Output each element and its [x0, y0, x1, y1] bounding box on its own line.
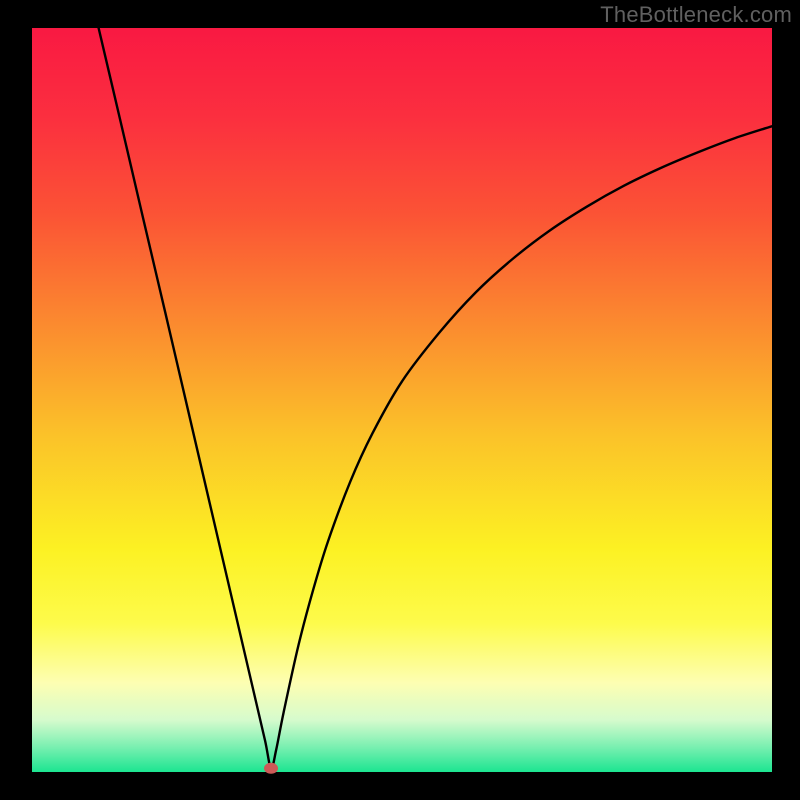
bottleneck-chart [0, 0, 800, 800]
minimum-marker [264, 763, 278, 774]
chart-container: TheBottleneck.com [0, 0, 800, 800]
plot-area [32, 28, 772, 772]
watermark-text: TheBottleneck.com [600, 2, 792, 28]
